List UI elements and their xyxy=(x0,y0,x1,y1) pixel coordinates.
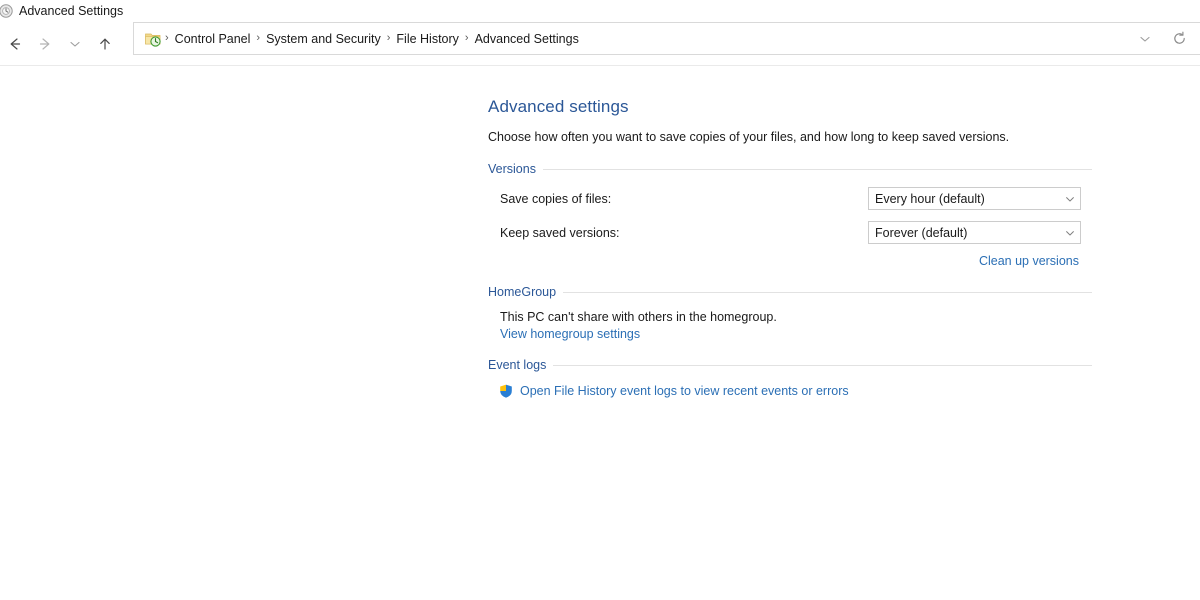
section-header-versions: Versions xyxy=(488,162,1092,176)
dropdown-save-copies-of-files[interactable]: Every hour (default) xyxy=(868,187,1081,210)
section-title-event-logs: Event logs xyxy=(488,358,547,372)
homegroup-status-text: This PC can't share with others in the h… xyxy=(500,310,777,324)
section-divider xyxy=(563,291,1092,293)
section-event-logs: Event logs Open File History event logs … xyxy=(488,358,1092,399)
navigation-toolbar: › Control Panel › System and Security › … xyxy=(0,22,1200,66)
breadcrumb-item-file-history[interactable]: File History xyxy=(391,30,464,48)
section-homegroup: HomeGroup This PC can't share with other… xyxy=(488,285,1092,341)
section-header-homegroup: HomeGroup xyxy=(488,285,1092,299)
dropdown-value-keep-saved-versions: Forever (default) xyxy=(875,225,968,240)
page-description: Choose how often you want to save copies… xyxy=(488,130,1010,144)
section-header-event-logs: Event logs xyxy=(488,358,1092,372)
window-titlebar: Advanced Settings xyxy=(0,0,1200,22)
refresh-button[interactable] xyxy=(1162,23,1196,54)
settings-content: Advanced settings Choose how often you w… xyxy=(488,96,1092,399)
section-title-homegroup: HomeGroup xyxy=(488,285,557,299)
breadcrumb-item-advanced-settings[interactable]: Advanced Settings xyxy=(470,30,584,48)
up-level-button[interactable] xyxy=(90,29,120,59)
homegroup-link-row: View homegroup settings xyxy=(488,327,1092,341)
row-save-copies-of-files: Save copies of files: Every hour (defaul… xyxy=(488,187,1092,210)
clean-up-versions-link[interactable]: Clean up versions xyxy=(979,254,1079,268)
breadcrumb-item-system-and-security[interactable]: System and Security xyxy=(261,30,386,48)
address-bar[interactable]: › Control Panel › System and Security › … xyxy=(133,22,1200,55)
dropdown-keep-saved-versions[interactable]: Forever (default) xyxy=(868,221,1081,244)
event-logs-link-row[interactable]: Open File History event logs to view rec… xyxy=(488,383,1092,399)
window-title: Advanced Settings xyxy=(19,4,124,18)
page-title: Advanced settings xyxy=(488,97,629,116)
recent-locations-button[interactable] xyxy=(60,29,90,59)
section-versions: Versions Save copies of files: Every hou… xyxy=(488,162,1092,268)
address-bar-actions xyxy=(1128,23,1196,54)
uac-shield-icon xyxy=(498,383,514,399)
forward-button[interactable] xyxy=(30,29,60,59)
cleanup-versions-row: Clean up versions xyxy=(488,254,1092,268)
file-history-icon xyxy=(0,3,14,19)
section-divider xyxy=(542,168,1092,170)
section-title-versions: Versions xyxy=(488,162,536,176)
chevron-down-icon xyxy=(1060,227,1080,239)
section-divider xyxy=(553,364,1092,366)
open-event-logs-link[interactable]: Open File History event logs to view rec… xyxy=(520,384,849,398)
chevron-down-icon xyxy=(1060,193,1080,205)
dropdown-value-save-copies-of-files: Every hour (default) xyxy=(875,191,985,206)
breadcrumb: › Control Panel › System and Security › … xyxy=(164,30,1128,48)
row-keep-saved-versions: Keep saved versions: Forever (default) xyxy=(488,221,1092,244)
label-save-copies-of-files: Save copies of files: xyxy=(500,191,612,206)
breadcrumb-item-control-panel[interactable]: Control Panel xyxy=(170,30,256,48)
back-button[interactable] xyxy=(0,29,30,59)
label-keep-saved-versions: Keep saved versions: xyxy=(500,225,620,240)
previous-locations-button[interactable] xyxy=(1128,23,1162,54)
file-history-folder-icon xyxy=(144,30,162,48)
view-homegroup-settings-link[interactable]: View homegroup settings xyxy=(500,327,640,341)
